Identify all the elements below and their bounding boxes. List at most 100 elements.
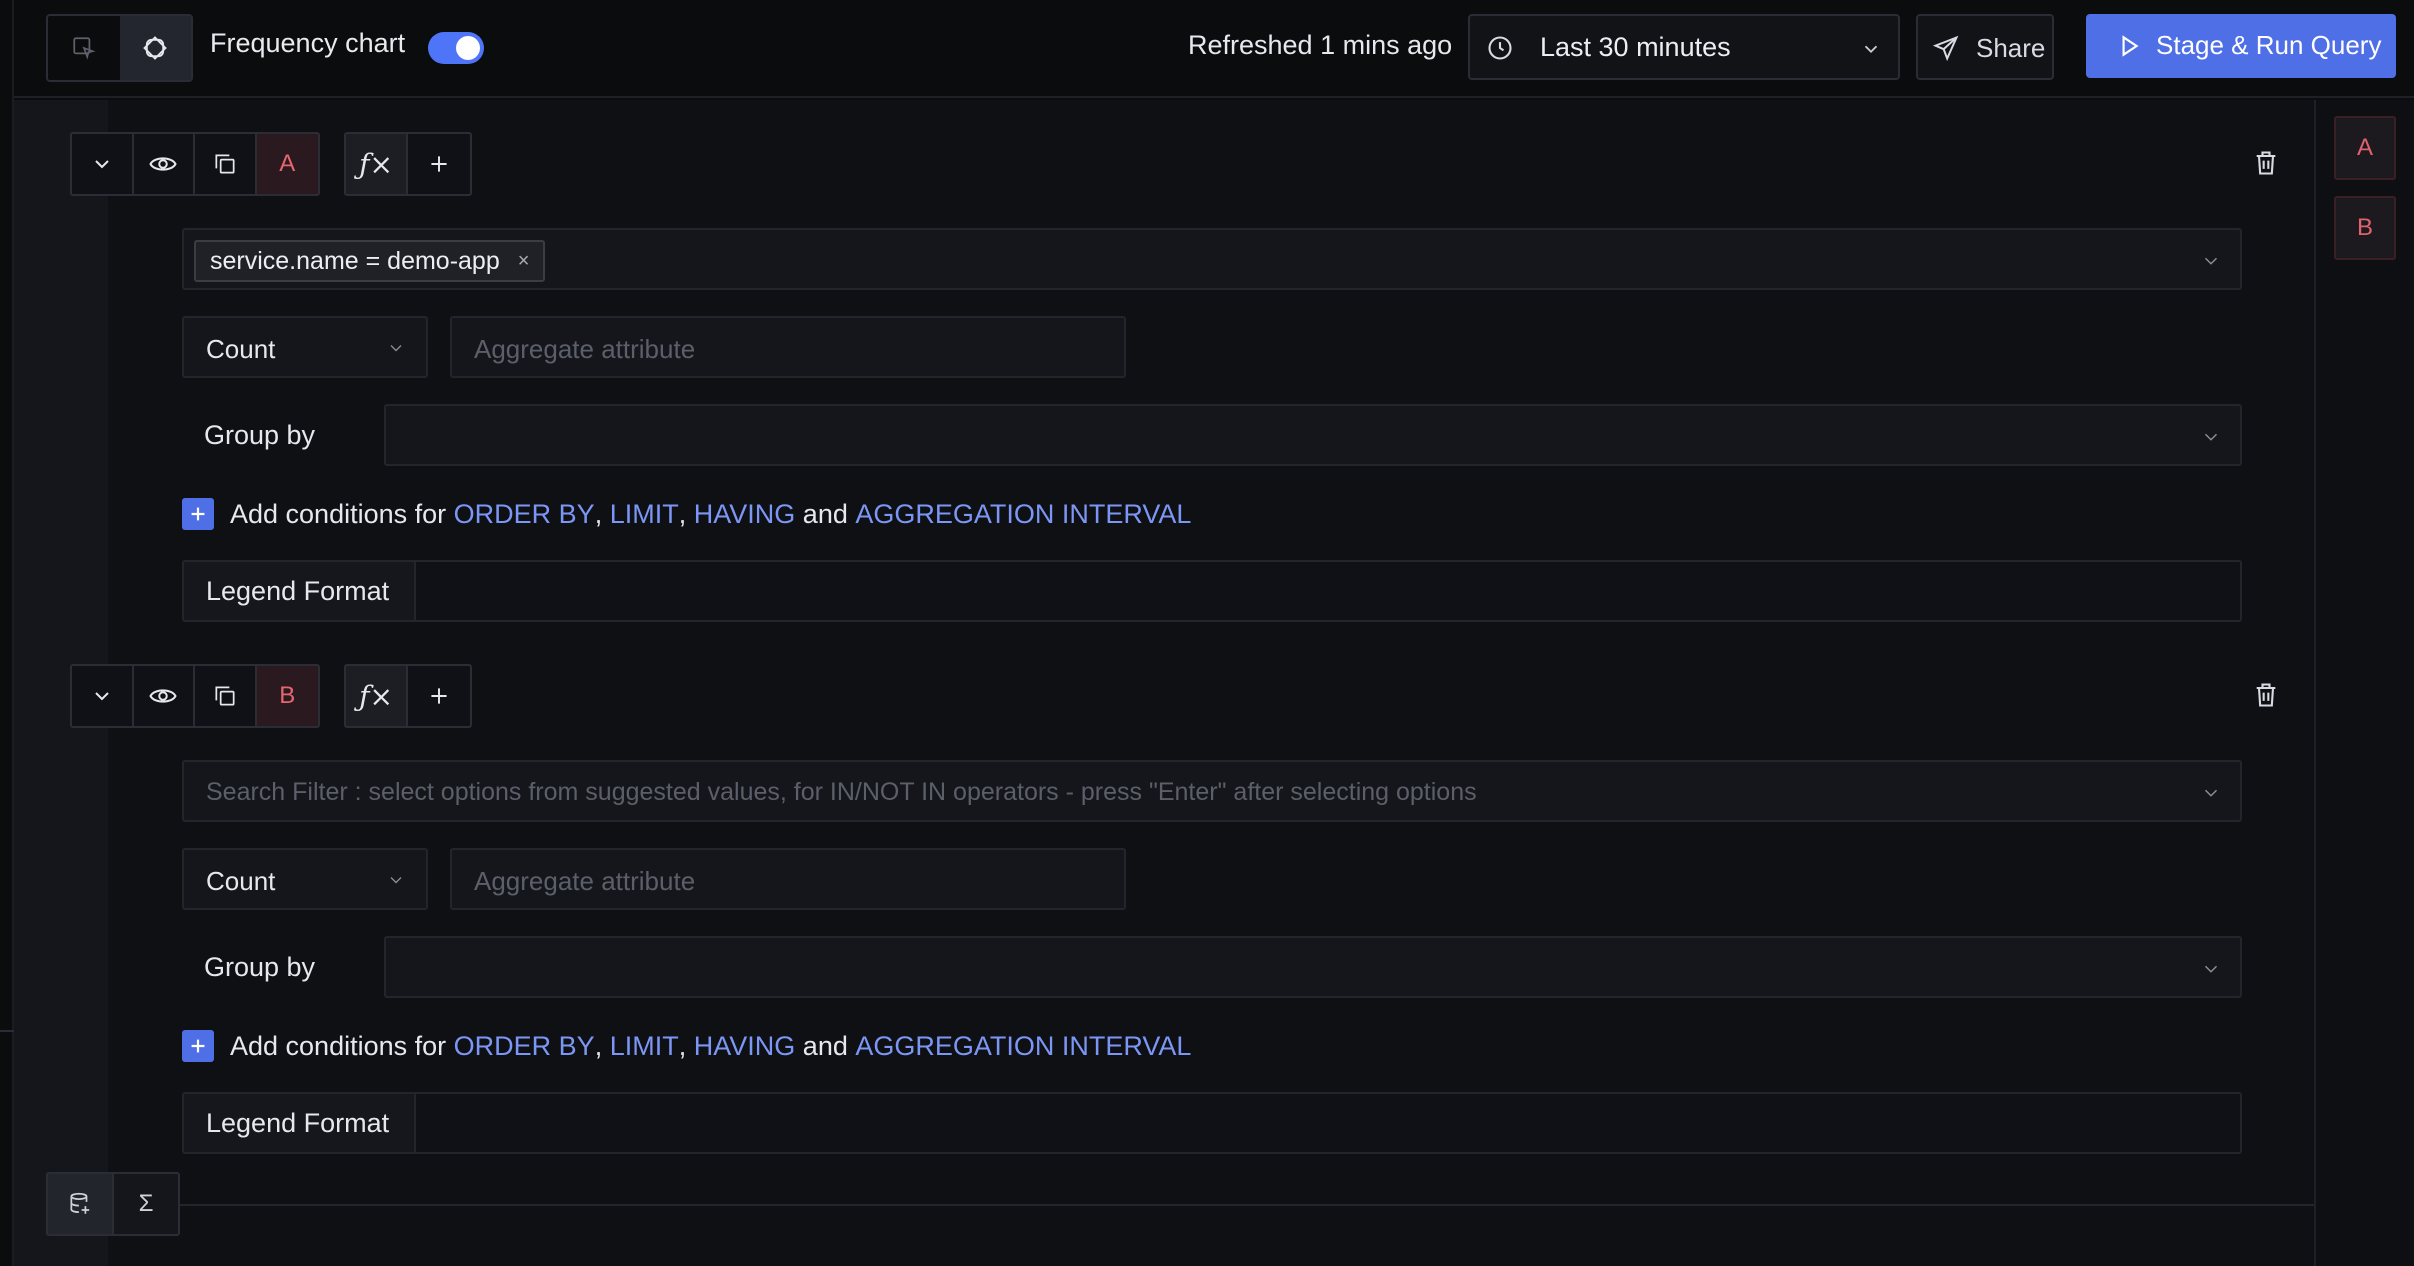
formula-mode-icon xyxy=(143,36,168,60)
aggregate-attribute-placeholder: Aggregate attribute xyxy=(474,866,696,896)
separator: , xyxy=(678,498,687,529)
aggregate-attribute-input-b[interactable]: Aggregate attribute xyxy=(450,848,1126,910)
stage-and-run-query-button[interactable]: Stage & Run Query xyxy=(2086,14,2396,78)
separator: , xyxy=(678,1030,687,1061)
clone-query-button[interactable] xyxy=(195,134,257,194)
add-conditions-b[interactable]: Add conditions for ORDER BY, LIMIT, HAVI… xyxy=(182,1030,1191,1062)
clock-icon xyxy=(1488,36,1512,60)
group-by-label: Group by xyxy=(204,952,316,982)
add-query-button[interactable] xyxy=(408,666,470,726)
chevron-down-icon xyxy=(2204,257,2218,265)
plus-square-icon xyxy=(182,498,214,530)
clone-query-button[interactable] xyxy=(195,666,257,726)
add-conditions-a[interactable]: Add conditions for ORDER BY, LIMIT, HAVI… xyxy=(182,498,1191,530)
play-icon xyxy=(2122,35,2139,57)
toggle-knob xyxy=(456,36,480,60)
left-notch xyxy=(0,1030,14,1032)
having-link[interactable]: HAVING xyxy=(694,499,796,530)
aggregate-operator-select-b[interactable]: Count xyxy=(182,848,428,910)
query-badge-a[interactable]: A xyxy=(2334,116,2396,180)
legend-format-input-a[interactable]: Legend Format xyxy=(182,560,2242,622)
frequency-chart-label: Frequency chart xyxy=(210,28,406,58)
toggle-visibility-button[interactable] xyxy=(134,134,195,194)
editor-bottom-divider xyxy=(108,1204,2314,1206)
database-icon xyxy=(70,1192,90,1214)
query-name-b[interactable]: B xyxy=(256,666,318,726)
sigma-icon: Σ xyxy=(138,1190,154,1217)
plus-icon xyxy=(431,688,447,704)
delete-query-a-button[interactable] xyxy=(2252,148,2280,183)
filter-search-b[interactable]: Search Filter : select options from sugg… xyxy=(182,760,2242,822)
stage-and-run-query-label: Stage & Run Query xyxy=(2156,30,2382,60)
chevron-down-icon xyxy=(390,877,402,884)
filter-tag-text: service.name = demo-app xyxy=(210,246,500,275)
query-name-a[interactable]: A xyxy=(256,134,318,194)
trash-icon xyxy=(2256,683,2276,707)
share-button[interactable]: Share xyxy=(1916,14,2054,80)
delete-query-b-button[interactable] xyxy=(2252,680,2280,715)
plus-icon xyxy=(431,156,447,172)
filter-tag[interactable]: service.name = demo-app × xyxy=(194,240,546,282)
chevron-down-icon xyxy=(2204,965,2218,973)
left-edge xyxy=(0,0,14,1266)
function-button[interactable]: ƒ× xyxy=(346,666,408,726)
separator: , xyxy=(594,1030,603,1061)
function-button[interactable]: ƒ× xyxy=(346,134,408,194)
bottom-toolbar: Σ xyxy=(46,1172,180,1236)
query-index-panel xyxy=(2314,100,2414,1266)
query-builder-mode-button[interactable] xyxy=(48,16,120,80)
order-by-link[interactable]: ORDER BY xyxy=(454,499,595,530)
order-by-link[interactable]: ORDER BY xyxy=(454,1031,595,1062)
toggle-visibility-button[interactable] xyxy=(134,666,195,726)
add-conditions-prefix: Add conditions for xyxy=(230,498,447,529)
chevron-down-icon xyxy=(2204,789,2218,797)
add-conditions-prefix: Add conditions for xyxy=(230,1030,447,1061)
time-range-select[interactable]: Last 30 minutes xyxy=(1468,14,1900,80)
separator: , xyxy=(594,498,603,529)
time-range-value: Last 30 minutes xyxy=(1540,32,1731,62)
eye-icon xyxy=(149,689,177,703)
chevron-down-icon xyxy=(95,160,109,169)
and-text: and xyxy=(802,1030,848,1061)
formula-mode-button[interactable] xyxy=(119,16,191,80)
top-toolbar: Frequency chart Refreshed 1 mins ago Las… xyxy=(14,0,2414,98)
aggregate-attribute-input-a[interactable]: Aggregate attribute xyxy=(450,316,1126,378)
trash-icon xyxy=(2256,151,2276,175)
frequency-chart-toggle[interactable] xyxy=(428,32,484,64)
query-a-functions: ƒ× xyxy=(344,132,472,196)
filter-placeholder: Search Filter : select options from sugg… xyxy=(206,778,1477,806)
chevron-down-icon xyxy=(2204,433,2218,441)
aggregation-interval-link[interactable]: AGGREGATION INTERVAL xyxy=(855,1031,1191,1062)
legend-format-label: Legend Format xyxy=(184,1094,416,1152)
chevron-down-icon xyxy=(95,692,109,701)
collapse-query-button[interactable] xyxy=(72,134,134,194)
aggregate-attribute-placeholder: Aggregate attribute xyxy=(474,334,696,364)
aggregation-interval-link[interactable]: AGGREGATION INTERVAL xyxy=(855,499,1191,530)
aggregate-operator-select-a[interactable]: Count xyxy=(182,316,428,378)
add-query-source-button[interactable] xyxy=(48,1174,114,1234)
add-query-button[interactable] xyxy=(408,134,470,194)
copy-icon xyxy=(215,686,235,706)
remove-filter-icon[interactable]: × xyxy=(518,250,530,273)
group-by-label: Group by xyxy=(204,420,316,450)
group-by-select-b[interactable] xyxy=(384,936,2242,998)
copy-icon xyxy=(215,154,235,174)
query-b-functions: ƒ× xyxy=(344,664,472,728)
query-b-toolbar: B xyxy=(70,664,320,728)
group-by-select-a[interactable] xyxy=(384,404,2242,466)
limit-link[interactable]: LIMIT xyxy=(610,1031,679,1062)
legend-format-input-b[interactable]: Legend Format xyxy=(182,1092,2242,1154)
and-text: and xyxy=(802,498,848,529)
limit-link[interactable]: LIMIT xyxy=(610,499,679,530)
share-label: Share xyxy=(1976,33,2046,63)
aggregate-operator-value: Count xyxy=(206,866,276,896)
query-builder-page: Frequency chart Refreshed 1 mins ago Las… xyxy=(0,0,2414,1266)
aggregate-operator-value: Count xyxy=(206,334,276,364)
having-link[interactable]: HAVING xyxy=(694,1031,796,1062)
query-badge-b[interactable]: B xyxy=(2334,196,2396,260)
query-a-toolbar: A xyxy=(70,132,320,196)
add-formula-button[interactable]: Σ xyxy=(114,1174,178,1234)
refreshed-status: Refreshed 1 mins ago xyxy=(1188,30,1453,60)
collapse-query-button[interactable] xyxy=(72,666,134,726)
filter-search-a[interactable]: service.name = demo-app × xyxy=(182,228,2242,290)
